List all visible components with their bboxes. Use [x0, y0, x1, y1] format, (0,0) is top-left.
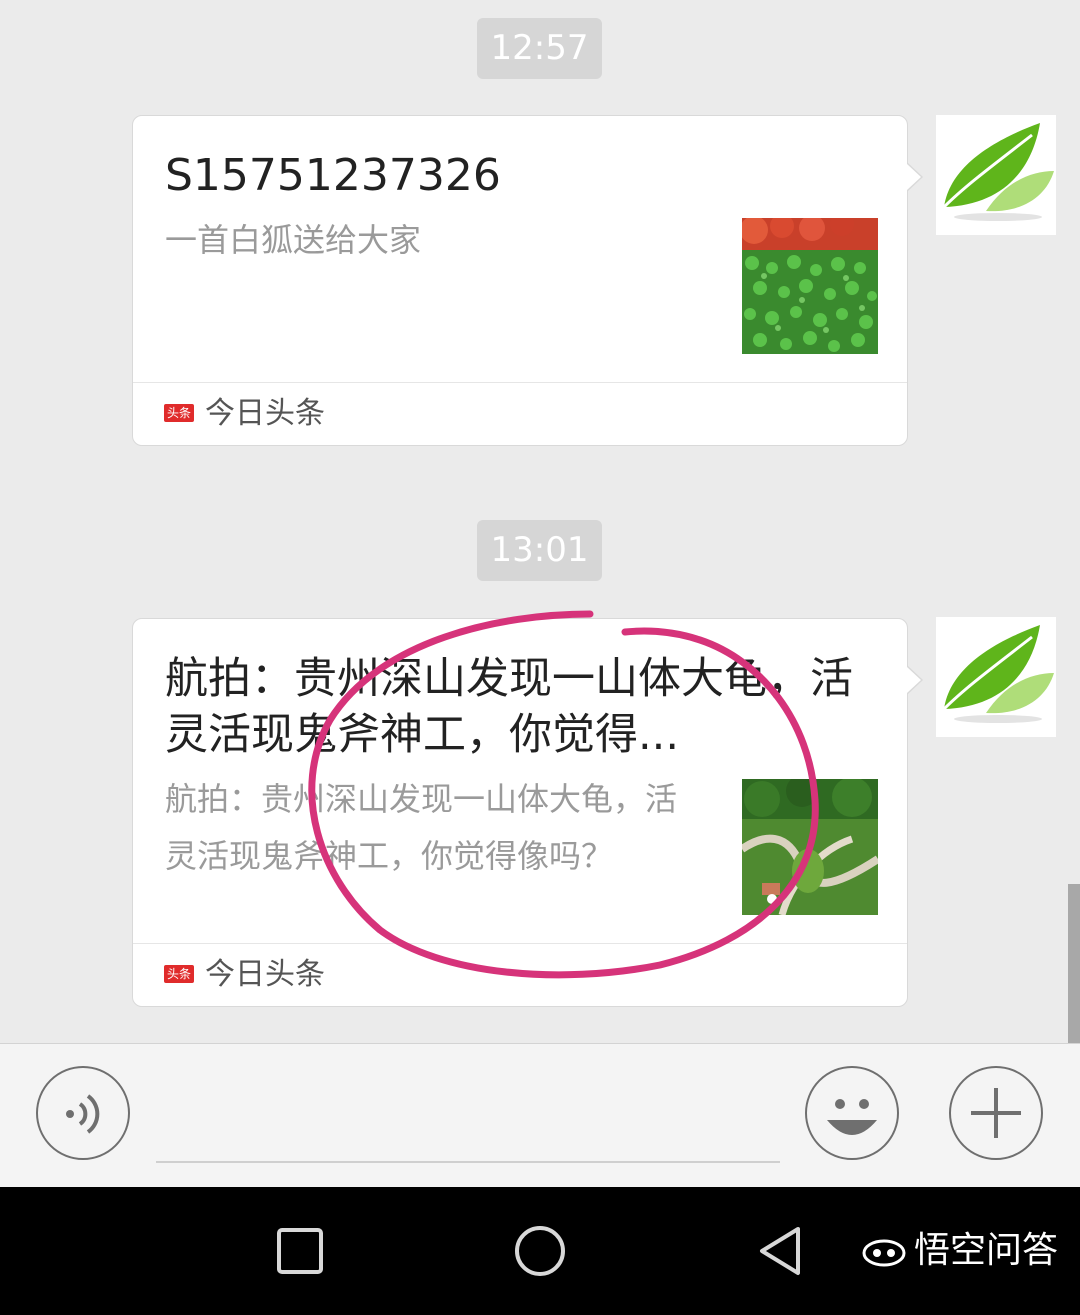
emoji-button[interactable]	[805, 1066, 899, 1160]
message-text-input[interactable]	[156, 1161, 780, 1163]
recents-square-icon[interactable]	[276, 1227, 324, 1275]
message-input-bar	[0, 1043, 1080, 1187]
plus-icon	[971, 1088, 1021, 1138]
voice-icon	[66, 1094, 100, 1134]
back-triangle-icon[interactable]	[756, 1225, 804, 1277]
annotation-circle	[308, 610, 819, 979]
watermark-text: 悟空问答	[913, 1230, 1058, 1271]
add-attachment-button[interactable]	[949, 1066, 1043, 1160]
wukong-watermark: 悟空问答	[862, 1227, 1058, 1275]
system-navigation-bar: 悟空问答	[0, 1187, 1080, 1315]
voice-button[interactable]	[36, 1066, 130, 1160]
wukong-logo-icon	[862, 1239, 906, 1267]
smiley-icon	[827, 1099, 877, 1135]
chat-area[interactable]: 12:57 S15751237326 一首白狐送给大家 头条 今日头条 13:0…	[0, 0, 1080, 1044]
home-circle-icon[interactable]	[514, 1225, 566, 1277]
scrollbar[interactable]	[1068, 884, 1080, 1044]
